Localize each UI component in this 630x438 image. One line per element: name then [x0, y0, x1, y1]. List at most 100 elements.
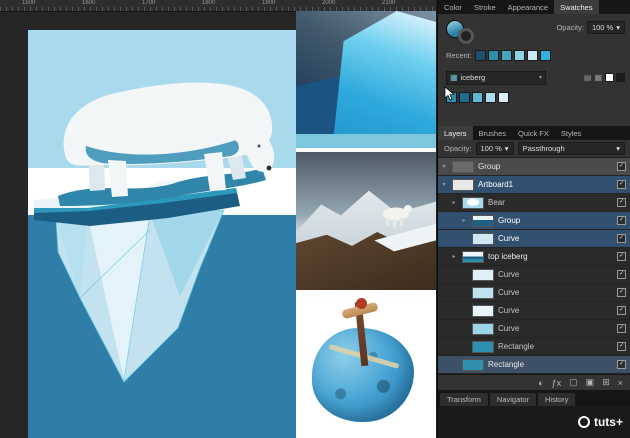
tab-color[interactable]: Color [438, 0, 468, 14]
blend-mode-dropdown[interactable]: Passthrough ▾ [518, 142, 625, 155]
layer-label: Group [498, 216, 520, 225]
tab-styles[interactable]: Styles [555, 126, 587, 140]
visibility-checkbox[interactable]: ✓ [617, 342, 626, 351]
tab-appearance[interactable]: Appearance [502, 0, 554, 14]
tab-swatches[interactable]: Swatches [554, 0, 599, 14]
swatches-panel: Opacity: 100 % ▾ Recent: ▦ iceberg ▾ ▤ [438, 14, 630, 127]
tab-navigator[interactable]: Navigator [490, 393, 536, 406]
opacity-value-dropdown[interactable]: 100 % ▾ [587, 21, 625, 34]
adjustment-icon[interactable]: ◐ [538, 378, 543, 388]
layer-row[interactable]: Curve ✓ [438, 266, 630, 284]
layer-icon[interactable]: ▣ [586, 377, 595, 388]
blue-stone-photo[interactable] [296, 298, 436, 438]
recent-swatches-row: Recent: [446, 50, 551, 61]
canvas-area[interactable]: 1500160017001800190020002100 [0, 0, 436, 438]
visibility-checkbox[interactable]: ✓ [617, 306, 626, 315]
layer-row[interactable]: Rectangle ✓ [438, 338, 630, 356]
visibility-checkbox[interactable]: ✓ [617, 252, 626, 261]
layer-row[interactable]: Curve ✓ [438, 320, 630, 338]
visibility-checkbox[interactable]: ✓ [617, 270, 626, 279]
palette-row: ▦ iceberg ▾ ▤ ▦ [446, 70, 625, 85]
tab-stroke[interactable]: Stroke [468, 0, 502, 14]
layers-list: ▾ Group ✓ ▾ Artboard1 ✓ ▸ Bear ✓ ▸ Group [438, 158, 630, 374]
fx-icon[interactable]: ƒx [552, 378, 562, 388]
expand-icon[interactable]: ▸ [450, 253, 458, 260]
visibility-checkbox[interactable]: ✓ [617, 234, 626, 243]
grid-view-icon[interactable]: ▦ [594, 73, 602, 82]
ruler-label: 2100 [382, 0, 395, 6]
color-swatch[interactable] [485, 92, 496, 103]
chevron-down-icon: ▾ [505, 144, 509, 153]
layer-row[interactable]: Curve ✓ [438, 230, 630, 248]
stroke-color-indicator[interactable] [458, 28, 474, 44]
color-swatch[interactable] [605, 73, 614, 82]
layer-row[interactable]: ▸ Group ✓ [438, 212, 630, 230]
artwork-canvas[interactable] [28, 30, 296, 438]
tab-transform[interactable]: Transform [440, 393, 488, 406]
color-swatch[interactable] [540, 50, 551, 61]
app-window: 1500160017001800190020002100 [0, 0, 630, 438]
recent-label: Recent: [446, 51, 472, 60]
color-swatch[interactable] [527, 50, 538, 61]
right-panel-column: Color Stroke Appearance Swatches Opacity… [437, 0, 630, 438]
visibility-checkbox[interactable]: ✓ [617, 198, 626, 207]
color-swatch[interactable] [501, 50, 512, 61]
layer-label: Curve [498, 234, 519, 243]
layer-row[interactable]: Curve ✓ [438, 284, 630, 302]
visibility-checkbox[interactable]: ✓ [617, 162, 626, 171]
color-swatch[interactable] [472, 92, 483, 103]
visibility-checkbox[interactable]: ✓ [617, 216, 626, 225]
add-layer-icon[interactable]: ⊞ [602, 377, 610, 388]
ruler-label: 1900 [262, 0, 275, 6]
layer-thumbnail [472, 341, 494, 353]
list-view-icon[interactable]: ▤ [584, 73, 592, 82]
tab-brushes[interactable]: Brushes [473, 126, 513, 140]
ruler-label: 2000 [322, 0, 335, 6]
layer-row[interactable]: ▾ Group ✓ [438, 158, 630, 176]
layers-toolbar: ◐ ƒx ▢ ▣ ⊞ × [438, 374, 630, 390]
tab-history[interactable]: History [538, 393, 575, 406]
brand-bar: tuts+ [438, 406, 630, 438]
color-swatch[interactable] [498, 92, 509, 103]
expand-icon[interactable]: ▸ [450, 199, 458, 206]
color-swatch[interactable] [475, 50, 486, 61]
mouse-cursor [444, 86, 455, 101]
color-swatch[interactable] [459, 92, 470, 103]
layer-thumbnail [462, 359, 484, 371]
layer-row[interactable]: Rectangle ✓ [438, 356, 630, 374]
layer-label: Curve [498, 324, 519, 333]
color-swatch[interactable] [514, 50, 525, 61]
layer-row[interactable]: ▸ top iceberg ✓ [438, 248, 630, 266]
layer-label: Rectangle [488, 360, 524, 369]
logo-text: tuts+ [594, 415, 623, 429]
visibility-checkbox[interactable]: ✓ [617, 288, 626, 297]
layer-thumbnail [462, 197, 484, 209]
polar-bear-photo[interactable] [296, 152, 436, 290]
chevron-down-icon: ▾ [539, 74, 542, 81]
mask-icon[interactable]: ▢ [569, 377, 578, 388]
ruler-label: 1800 [202, 0, 215, 6]
palette-dropdown[interactable]: ▦ iceberg ▾ [446, 71, 546, 85]
color-swatch[interactable] [616, 73, 625, 82]
layer-row[interactable]: Curve ✓ [438, 302, 630, 320]
expand-icon[interactable]: ▸ [460, 217, 468, 224]
photo-knob [356, 298, 367, 309]
tab-layers[interactable]: Layers [438, 126, 473, 140]
tab-quick-fx[interactable]: Quick FX [512, 126, 555, 140]
iceberg-photo[interactable] [296, 11, 436, 148]
visibility-checkbox[interactable]: ✓ [617, 360, 626, 369]
color-swatch[interactable] [488, 50, 499, 61]
visibility-checkbox[interactable]: ✓ [617, 324, 626, 333]
visibility-checkbox[interactable]: ✓ [617, 180, 626, 189]
layer-label: Group [478, 162, 500, 171]
recent-swatch-strip [475, 50, 551, 61]
expand-icon[interactable]: ▾ [440, 181, 448, 188]
polar-bear-illustration [28, 30, 296, 438]
expand-icon[interactable]: ▾ [440, 163, 448, 170]
palette-name: iceberg [461, 73, 486, 82]
opacity-label: Opacity: [556, 23, 584, 32]
layer-row[interactable]: ▸ Bear ✓ [438, 194, 630, 212]
layers-opacity-dropdown[interactable]: 100 % ▾ [476, 142, 514, 155]
delete-layer-icon[interactable]: × [618, 378, 623, 388]
layer-row[interactable]: ▾ Artboard1 ✓ [438, 176, 630, 194]
